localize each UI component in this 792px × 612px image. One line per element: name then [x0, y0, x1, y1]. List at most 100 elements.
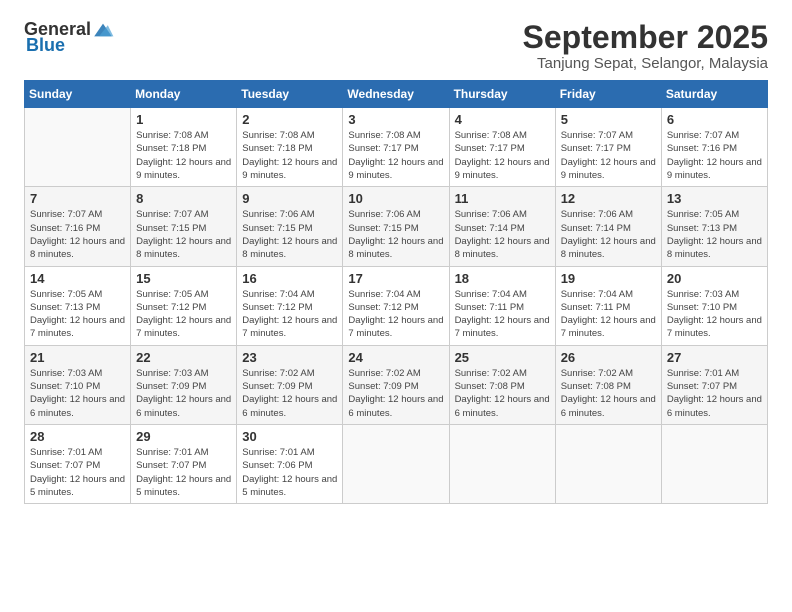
day-sun-info: Sunrise: 7:08 AM Sunset: 7:18 PM Dayligh…	[136, 129, 231, 182]
calendar-table: SundayMondayTuesdayWednesdayThursdayFrid…	[24, 80, 768, 504]
calendar-cell: 15 Sunrise: 7:05 AM Sunset: 7:12 PM Dayli…	[131, 266, 237, 345]
day-sun-info: Sunrise: 7:01 AM Sunset: 7:07 PM Dayligh…	[30, 446, 125, 499]
day-sun-info: Sunrise: 7:01 AM Sunset: 7:06 PM Dayligh…	[242, 446, 337, 499]
day-sun-info: Sunrise: 7:02 AM Sunset: 7:08 PM Dayligh…	[561, 367, 656, 420]
day-number: 9	[242, 191, 337, 206]
calendar-cell	[343, 424, 449, 503]
day-sun-info: Sunrise: 7:04 AM Sunset: 7:12 PM Dayligh…	[242, 288, 337, 341]
calendar-cell: 2 Sunrise: 7:08 AM Sunset: 7:18 PM Daylig…	[237, 108, 343, 187]
day-sun-info: Sunrise: 7:05 AM Sunset: 7:13 PM Dayligh…	[667, 208, 762, 261]
day-sun-info: Sunrise: 7:03 AM Sunset: 7:09 PM Dayligh…	[136, 367, 231, 420]
day-number: 16	[242, 271, 337, 286]
calendar-cell: 30 Sunrise: 7:01 AM Sunset: 7:06 PM Dayli…	[237, 424, 343, 503]
day-sun-info: Sunrise: 7:03 AM Sunset: 7:10 PM Dayligh…	[667, 288, 762, 341]
calendar-week-row: 7 Sunrise: 7:07 AM Sunset: 7:16 PM Daylig…	[25, 187, 768, 266]
day-sun-info: Sunrise: 7:03 AM Sunset: 7:10 PM Dayligh…	[30, 367, 125, 420]
calendar-cell: 3 Sunrise: 7:08 AM Sunset: 7:17 PM Daylig…	[343, 108, 449, 187]
calendar-cell: 21 Sunrise: 7:03 AM Sunset: 7:10 PM Dayli…	[25, 345, 131, 424]
weekday-header-monday: Monday	[131, 81, 237, 108]
day-number: 30	[242, 429, 337, 444]
calendar-cell: 24 Sunrise: 7:02 AM Sunset: 7:09 PM Dayli…	[343, 345, 449, 424]
month-title: September 2025	[523, 20, 768, 55]
day-number: 12	[561, 191, 656, 206]
day-number: 15	[136, 271, 231, 286]
calendar-cell	[25, 108, 131, 187]
calendar-cell: 20 Sunrise: 7:03 AM Sunset: 7:10 PM Dayli…	[661, 266, 767, 345]
day-sun-info: Sunrise: 7:07 AM Sunset: 7:16 PM Dayligh…	[30, 208, 125, 261]
day-number: 28	[30, 429, 125, 444]
logo: General Blue	[24, 20, 115, 56]
day-sun-info: Sunrise: 7:02 AM Sunset: 7:09 PM Dayligh…	[242, 367, 337, 420]
day-number: 26	[561, 350, 656, 365]
calendar-cell: 19 Sunrise: 7:04 AM Sunset: 7:11 PM Dayli…	[555, 266, 661, 345]
day-number: 14	[30, 271, 125, 286]
weekday-header-sunday: Sunday	[25, 81, 131, 108]
day-number: 21	[30, 350, 125, 365]
calendar-cell: 29 Sunrise: 7:01 AM Sunset: 7:07 PM Dayli…	[131, 424, 237, 503]
weekday-header-saturday: Saturday	[661, 81, 767, 108]
logo-icon	[91, 20, 115, 40]
day-sun-info: Sunrise: 7:06 AM Sunset: 7:14 PM Dayligh…	[455, 208, 550, 261]
day-number: 2	[242, 112, 337, 127]
day-sun-info: Sunrise: 7:05 AM Sunset: 7:13 PM Dayligh…	[30, 288, 125, 341]
calendar-cell: 5 Sunrise: 7:07 AM Sunset: 7:17 PM Daylig…	[555, 108, 661, 187]
day-number: 18	[455, 271, 550, 286]
day-number: 24	[348, 350, 443, 365]
day-number: 8	[136, 191, 231, 206]
day-number: 20	[667, 271, 762, 286]
calendar-cell: 25Sunrise: 7:02 AM Sunset: 7:08 PM Dayli…	[449, 345, 555, 424]
day-number: 5	[561, 112, 656, 127]
day-number: 7	[30, 191, 125, 206]
calendar-cell: 14 Sunrise: 7:05 AM Sunset: 7:13 PM Dayli…	[25, 266, 131, 345]
day-number: 19	[561, 271, 656, 286]
day-sun-info: Sunrise: 7:08 AM Sunset: 7:17 PM Dayligh…	[348, 129, 443, 182]
day-sun-info: Sunrise: 7:08 AM Sunset: 7:18 PM Dayligh…	[242, 129, 337, 182]
calendar-cell: 6Sunrise: 7:07 AM Sunset: 7:16 PM Daylig…	[661, 108, 767, 187]
day-number: 13	[667, 191, 762, 206]
day-sun-info: Sunrise: 7:06 AM Sunset: 7:15 PM Dayligh…	[348, 208, 443, 261]
day-sun-info: Sunrise: 7:06 AM Sunset: 7:14 PM Dayligh…	[561, 208, 656, 261]
calendar-cell: 13 Sunrise: 7:05 AM Sunset: 7:13 PM Dayli…	[661, 187, 767, 266]
calendar-cell: 7 Sunrise: 7:07 AM Sunset: 7:16 PM Daylig…	[25, 187, 131, 266]
day-sun-info: Sunrise: 7:04 AM Sunset: 7:11 PM Dayligh…	[455, 288, 550, 341]
day-sun-info: Sunrise: 7:05 AM Sunset: 7:12 PM Dayligh…	[136, 288, 231, 341]
day-number: 4	[455, 112, 550, 127]
calendar-cell: 26 Sunrise: 7:02 AM Sunset: 7:08 PM Dayli…	[555, 345, 661, 424]
calendar-cell: 8 Sunrise: 7:07 AM Sunset: 7:15 PM Daylig…	[131, 187, 237, 266]
weekday-header-friday: Friday	[555, 81, 661, 108]
day-number: 3	[348, 112, 443, 127]
day-sun-info: Sunrise: 7:07 AM Sunset: 7:17 PM Dayligh…	[561, 129, 656, 182]
day-number: 27	[667, 350, 762, 365]
calendar-week-row: 14 Sunrise: 7:05 AM Sunset: 7:13 PM Dayli…	[25, 266, 768, 345]
calendar-week-row: 28 Sunrise: 7:01 AM Sunset: 7:07 PM Dayli…	[25, 424, 768, 503]
day-number: 1	[136, 112, 231, 127]
calendar-cell: 16 Sunrise: 7:04 AM Sunset: 7:12 PM Dayli…	[237, 266, 343, 345]
day-sun-info: Sunrise: 7:07 AM Sunset: 7:16 PM Dayligh…	[667, 129, 762, 182]
day-sun-info: Sunrise: 7:04 AM Sunset: 7:11 PM Dayligh…	[561, 288, 656, 341]
calendar-cell: 18 Sunrise: 7:04 AM Sunset: 7:11 PM Dayli…	[449, 266, 555, 345]
calendar-cell: 4Sunrise: 7:08 AM Sunset: 7:17 PM Daylig…	[449, 108, 555, 187]
weekday-header-thursday: Thursday	[449, 81, 555, 108]
calendar-cell: 22Sunrise: 7:03 AM Sunset: 7:09 PM Dayli…	[131, 345, 237, 424]
page-header: General Blue September 2025 Tanjung Sepa…	[24, 20, 768, 72]
day-sun-info: Sunrise: 7:02 AM Sunset: 7:09 PM Dayligh…	[348, 367, 443, 420]
weekday-header-wednesday: Wednesday	[343, 81, 449, 108]
day-sun-info: Sunrise: 7:07 AM Sunset: 7:15 PM Dayligh…	[136, 208, 231, 261]
weekday-header-row: SundayMondayTuesdayWednesdayThursdayFrid…	[25, 81, 768, 108]
calendar-cell	[555, 424, 661, 503]
calendar-week-row: 1 Sunrise: 7:08 AM Sunset: 7:18 PM Daylig…	[25, 108, 768, 187]
calendar-cell: 1 Sunrise: 7:08 AM Sunset: 7:18 PM Daylig…	[131, 108, 237, 187]
day-number: 29	[136, 429, 231, 444]
day-number: 17	[348, 271, 443, 286]
logo-blue: Blue	[26, 36, 65, 56]
day-number: 25	[455, 350, 550, 365]
day-number: 11	[455, 191, 550, 206]
day-sun-info: Sunrise: 7:01 AM Sunset: 7:07 PM Dayligh…	[136, 446, 231, 499]
calendar-cell	[661, 424, 767, 503]
weekday-header-tuesday: Tuesday	[237, 81, 343, 108]
calendar-cell	[449, 424, 555, 503]
calendar-cell: 11 Sunrise: 7:06 AM Sunset: 7:14 PM Dayli…	[449, 187, 555, 266]
calendar-cell: 27Sunrise: 7:01 AM Sunset: 7:07 PM Dayli…	[661, 345, 767, 424]
location-title: Tanjung Sepat, Selangor, Malaysia	[523, 55, 768, 72]
calendar-cell: 23Sunrise: 7:02 AM Sunset: 7:09 PM Dayli…	[237, 345, 343, 424]
